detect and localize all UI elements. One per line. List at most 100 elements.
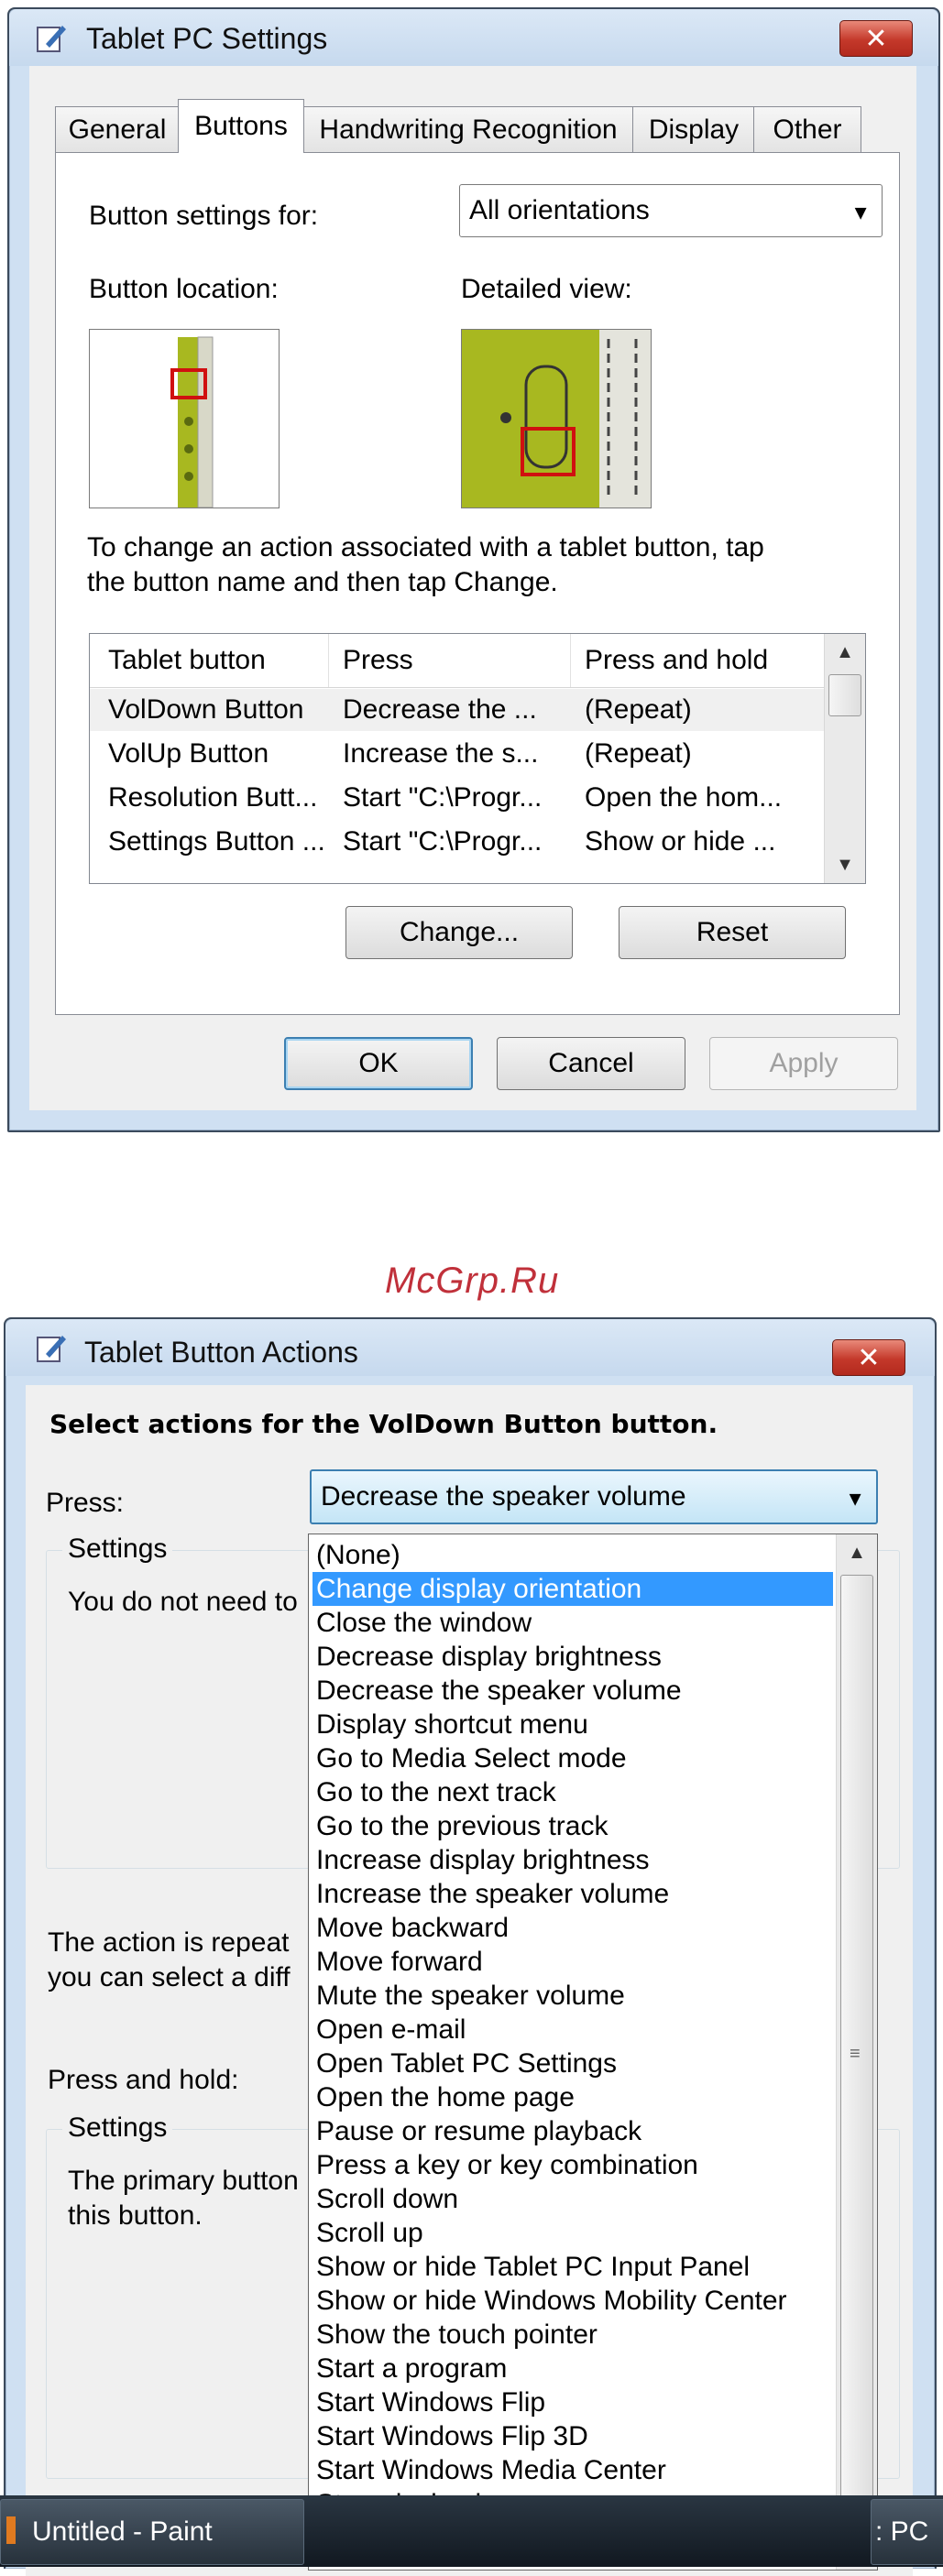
- dropdown-option[interactable]: Move backward: [313, 1911, 833, 1945]
- dropdown-option[interactable]: Decrease display brightness: [313, 1640, 833, 1674]
- dropdown-option[interactable]: Go to the previous track: [313, 1809, 833, 1843]
- apply-button[interactable]: Apply: [709, 1037, 898, 1090]
- orientation-value: All orientations: [469, 195, 650, 225]
- close-button[interactable]: ✕: [839, 20, 913, 57]
- settings-group-title-2: Settings: [62, 2112, 173, 2144]
- dropdown-option[interactable]: Start Windows Flip: [313, 2385, 833, 2419]
- cell-press-and-hold: (Repeat): [585, 738, 692, 769]
- instruction-text-line-2: the button name and then tap Change.: [87, 567, 558, 597]
- dropdown-option[interactable]: Pause or resume playback: [313, 2114, 833, 2148]
- dropdown-option[interactable]: Scroll down: [313, 2182, 833, 2216]
- title-bar: Tablet Button Actions ✕: [5, 1319, 935, 1376]
- change-button[interactable]: Change...: [345, 906, 573, 959]
- tab-display[interactable]: Display: [632, 106, 755, 153]
- dropdown-option[interactable]: Close the window: [313, 1606, 833, 1640]
- cancel-button[interactable]: Cancel: [497, 1037, 685, 1090]
- chevron-down-icon: ▼: [845, 1487, 865, 1511]
- tablet-pen-icon: [37, 1336, 66, 1362]
- dropdown-option[interactable]: Display shortcut menu: [313, 1708, 833, 1741]
- table-row[interactable]: VolDown Button Decrease the ... (Repeat): [90, 689, 825, 731]
- primary-button-description-line-1: The primary button: [68, 2166, 299, 2196]
- cell-tablet-button: VolDown Button: [108, 694, 304, 725]
- cell-press: Increase the s...: [343, 738, 539, 769]
- tab-handwriting-recognition[interactable]: Handwriting Recognition: [302, 106, 634, 153]
- press-and-hold-label: Press and hold:: [48, 2065, 239, 2095]
- dropdown-option[interactable]: Press a key or key combination: [313, 2148, 833, 2182]
- dropdown-option[interactable]: Start a program: [313, 2352, 833, 2385]
- scroll-up-arrow-icon[interactable]: ▲: [837, 1534, 877, 1571]
- button-location-label: Button location:: [89, 274, 279, 304]
- dialog-body: General Buttons Handwriting Recognition …: [29, 66, 916, 1110]
- list-scrollbar[interactable]: ▲ ▼: [824, 634, 865, 883]
- dropdown-scrollbar[interactable]: ▲ ≡ ▼: [836, 1534, 877, 2570]
- cell-press: Start "C:\Progr...: [343, 826, 543, 857]
- window-title: Tablet PC Settings: [86, 22, 328, 55]
- dropdown-option[interactable]: Go to Media Select mode: [313, 1741, 833, 1775]
- tablet-pen-icon: [37, 26, 66, 52]
- dropdown-option[interactable]: Start Windows Media Center: [313, 2453, 833, 2487]
- tab-general[interactable]: General: [55, 106, 180, 153]
- cell-press-and-hold: Open the hom...: [585, 782, 783, 813]
- settings-description: You do not need to: [68, 1587, 298, 1617]
- paint-taskbar-label: Untitled - Paint: [32, 2516, 213, 2547]
- table-row[interactable]: Settings Button ... Start "C:\Progr... S…: [90, 821, 825, 863]
- dropdown-option[interactable]: Open e-mail: [313, 2013, 833, 2047]
- table-row[interactable]: VolUp Button Increase the s... (Repeat): [90, 733, 825, 775]
- dropdown-option[interactable]: Decrease the speaker volume: [313, 1674, 833, 1708]
- buttons-tab-panel: Button settings for: All orientations ▼ …: [55, 152, 900, 1015]
- press-label: Press:: [46, 1488, 125, 1518]
- close-button[interactable]: ✕: [832, 1339, 905, 1376]
- dropdown-option[interactable]: Show the touch pointer: [313, 2318, 833, 2352]
- column-header-press-and-hold[interactable]: Press and hold: [585, 645, 768, 676]
- dropdown-option[interactable]: Increase display brightness: [313, 1843, 833, 1877]
- tablet-buttons-list[interactable]: Tablet button Press Press and hold VolDo…: [89, 633, 866, 884]
- settings-group-title: Settings: [62, 1534, 173, 1565]
- tab-other[interactable]: Other: [753, 106, 861, 153]
- reset-button[interactable]: Reset: [619, 906, 846, 959]
- press-action-dropdown-list[interactable]: (None) Change display orientation Close th…: [308, 1534, 878, 2571]
- press-action-select[interactable]: Decrease the speaker volume ▼: [310, 1469, 878, 1524]
- title-bar: Tablet PC Settings ✕: [9, 9, 938, 66]
- tablet-pc-taskbar-label: : PC: [875, 2516, 929, 2547]
- column-header-tablet-button[interactable]: Tablet button: [108, 645, 266, 676]
- press-action-value: Decrease the speaker volume: [321, 1481, 686, 1512]
- dropdown-option[interactable]: Go to the next track: [313, 1775, 833, 1809]
- cell-press-and-hold: (Repeat): [585, 694, 692, 725]
- list-header: Tablet button Press Press and hold: [90, 634, 825, 688]
- dropdown-option[interactable]: Scroll up: [313, 2216, 833, 2250]
- dropdown-option[interactable]: Open the home page: [313, 2080, 833, 2114]
- tab-buttons[interactable]: Buttons: [178, 99, 304, 153]
- tablet-location-graphic: [170, 336, 214, 508]
- window-title: Tablet Button Actions: [84, 1336, 358, 1369]
- paint-icon: [6, 2516, 16, 2544]
- tablet-pc-taskbar-button[interactable]: : PC: [871, 2499, 943, 2565]
- dropdown-option[interactable]: Move forward: [313, 1945, 833, 1979]
- detailed-view-label: Detailed view:: [461, 274, 632, 304]
- dropdown-option[interactable]: Change display orientation: [313, 1572, 833, 1606]
- button-settings-label: Button settings for:: [89, 201, 319, 231]
- dropdown-option[interactable]: (None): [313, 1538, 833, 1572]
- cell-tablet-button: Settings Button ...: [108, 826, 325, 857]
- table-row[interactable]: Resolution Butt... Start "C:\Progr... Op…: [90, 777, 825, 819]
- orientation-select[interactable]: All orientations ▼: [459, 184, 883, 237]
- detailed-view-image: [461, 329, 652, 508]
- dropdown-option[interactable]: Open Tablet PC Settings: [313, 2047, 833, 2080]
- column-header-press[interactable]: Press: [343, 645, 413, 676]
- scroll-thumb[interactable]: [828, 674, 861, 716]
- dropdown-option[interactable]: Mute the speaker volume: [313, 1979, 833, 2013]
- cell-press: Start "C:\Progr...: [343, 782, 543, 813]
- dropdown-option[interactable]: Increase the speaker volume: [313, 1877, 833, 1911]
- tablet-detail-graphic: [462, 330, 651, 508]
- dropdown-option[interactable]: Show or hide Tablet PC Input Panel: [313, 2250, 833, 2284]
- primary-button-description-line-2: this button.: [68, 2200, 203, 2231]
- ok-button[interactable]: OK: [284, 1037, 473, 1090]
- cell-tablet-button: VolUp Button: [108, 738, 269, 769]
- repeat-description-line-2: you can select a diff: [48, 1962, 291, 1992]
- scroll-up-arrow-icon[interactable]: ▲: [825, 634, 865, 671]
- dropdown-option[interactable]: Show or hide Windows Mobility Center: [313, 2284, 833, 2318]
- instruction-text-line-1: To change an action associated with a ta…: [87, 532, 764, 562]
- tablet-button-actions-window: Tablet Button Actions ✕ Select actions f…: [4, 1317, 937, 2576]
- scroll-down-arrow-icon[interactable]: ▼: [825, 846, 865, 883]
- paint-taskbar-button[interactable]: Untitled - Paint: [0, 2499, 304, 2565]
- dropdown-option[interactable]: Start Windows Flip 3D: [313, 2419, 833, 2453]
